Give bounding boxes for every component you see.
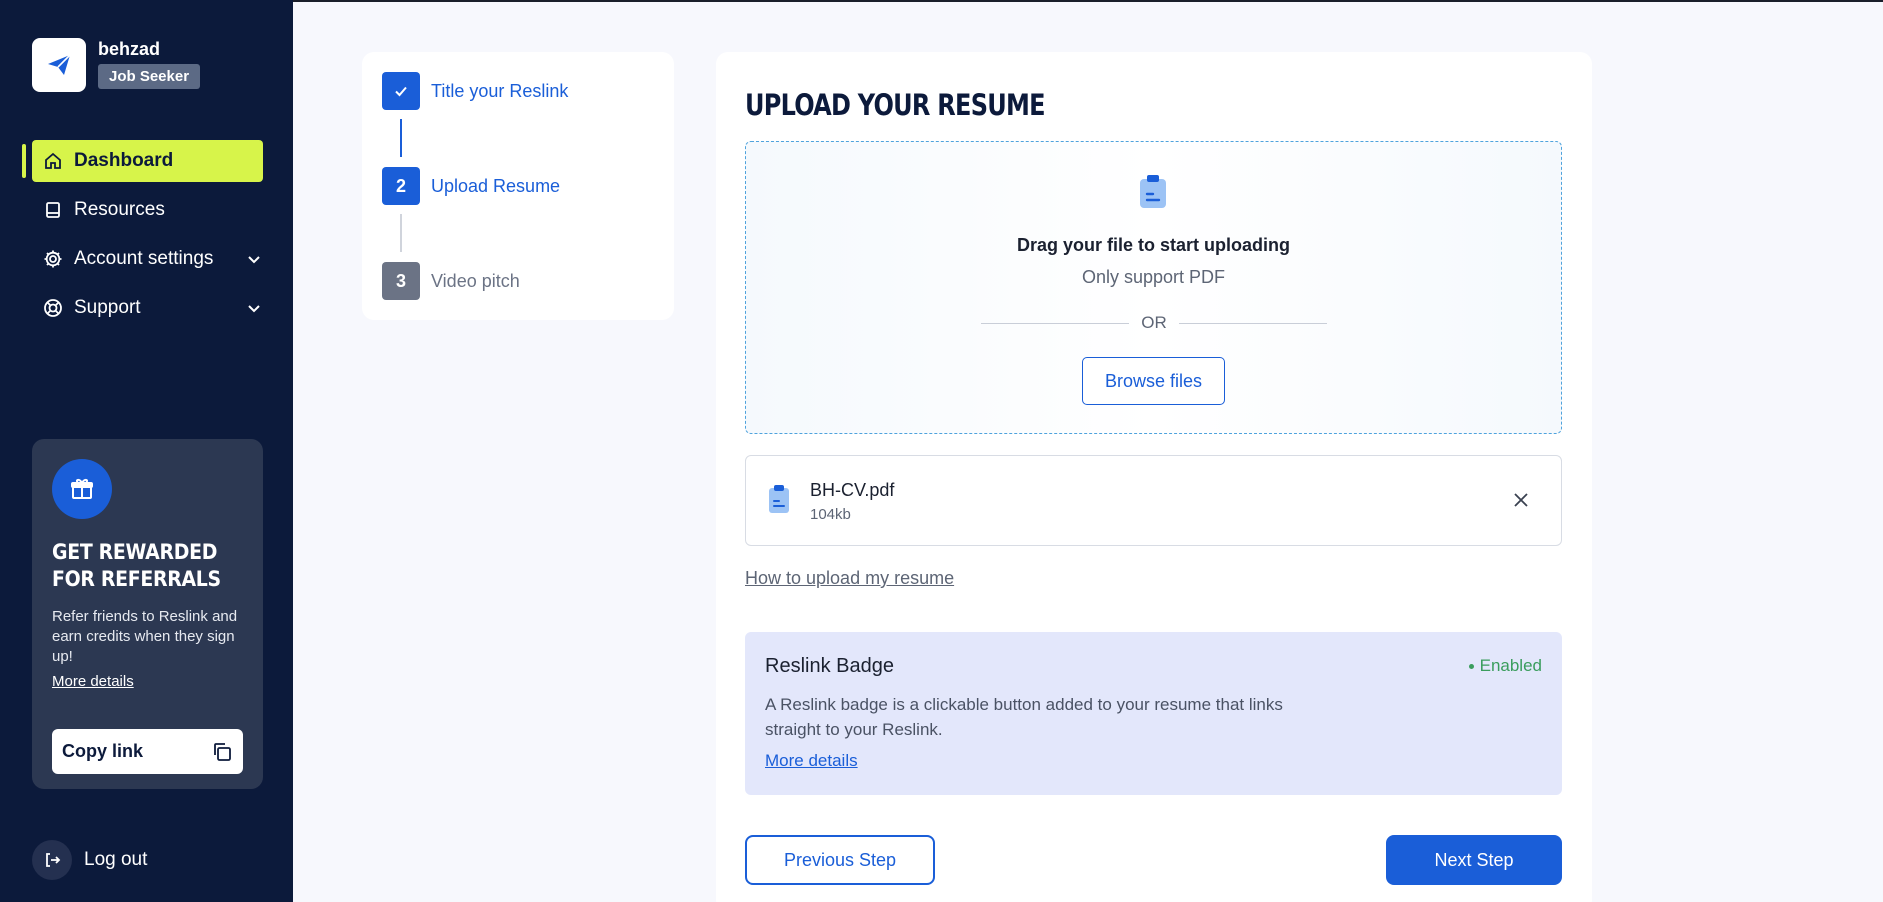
badge-title: Reslink Badge [765,655,894,677]
step-number: 2 [382,167,420,205]
logout-icon [32,840,72,880]
profile: behzad Job Seeker [32,38,201,92]
how-to-upload-link[interactable]: How to upload my resume [745,568,954,589]
referral-description: Refer friends to Reslink and earn credit… [52,608,238,665]
step-label: Video pitch [431,270,520,291]
or-text: OR [1141,313,1167,332]
copy-link-label: Copy link [62,741,144,761]
file-dropzone[interactable]: Drag your file to start uploading Only s… [745,141,1562,434]
check-icon [382,72,420,110]
dropzone-title: Drag your file to start uploading [1016,235,1290,255]
gear-icon [42,248,64,270]
paper-plane-icon [32,38,86,92]
sidebar-item-label: Support [74,297,141,318]
step-number: 3 [382,262,420,300]
step-upload-resume[interactable]: 2 Upload Resume [382,167,560,205]
status-dot-icon [1468,663,1474,669]
dropzone-subtitle: Only support PDF [1081,267,1226,287]
document-icon [768,484,790,514]
referral-more-details-link[interactable]: More details [52,673,134,690]
username: behzad [98,39,161,59]
upload-card: UPLOAD YOUR RESUME Drag your file to sta… [716,52,1592,902]
status-badge: Enabled [1468,656,1542,676]
page-title: UPLOAD YOUR RESUME [745,88,1046,122]
close-icon[interactable] [1511,490,1531,510]
role-badge: Job Seeker [98,64,201,89]
sidebar: behzad Job Seeker Dashboard Resources Ac… [0,0,293,902]
or-divider: OR [981,312,1327,334]
lifebuoy-icon [42,297,64,319]
step-label: Upload Resume [431,175,561,196]
step-label: Title your Reslink [431,80,569,101]
sidebar-item-label: Account settings [74,248,214,269]
next-step-button[interactable]: Next Step [1386,835,1562,885]
sidebar-item-resources[interactable]: Resources [32,189,263,231]
uploaded-file: BH-CV.pdf 104kb [745,455,1562,546]
chevron-down-icon[interactable] [245,250,263,268]
browse-files-button[interactable]: Browse files [1082,357,1225,405]
logout-button[interactable]: Log out [32,840,147,880]
steps-card: Title your Reslink 2 Upload Resume 3 Vid… [362,52,674,320]
referral-title: GET REWARDED FOR REFERRALS [52,540,221,591]
badge-status-label: Enabled [1479,656,1542,675]
referral-card: GET REWARDED FOR REFERRALS Refer friends… [32,439,263,789]
step-connector [400,119,402,157]
file-name: BH-CV.pdf [810,480,895,500]
book-icon [42,199,64,221]
file-size: 104kb [810,506,851,523]
sidebar-item-label: Dashboard [74,150,174,171]
sidebar-item-support[interactable]: Support [32,287,263,329]
step-video-pitch[interactable]: 3 Video pitch [382,262,520,300]
home-icon [42,150,64,172]
reslink-badge-card: Reslink Badge Enabled A Reslink badge is… [745,632,1562,795]
copy-link-button[interactable]: Copy link [52,729,243,774]
step-title-your-reslink[interactable]: Title your Reslink [382,72,568,110]
sidebar-nav: Dashboard Resources Account settings Sup… [22,140,263,336]
sidebar-item-account-settings[interactable]: Account settings [32,238,263,280]
logout-label: Log out [84,849,148,870]
sidebar-item-dashboard[interactable]: Dashboard [22,140,263,182]
badge-more-details-link[interactable]: More details [765,751,858,771]
gift-icon [52,459,112,519]
sidebar-item-label: Resources [74,199,165,220]
step-connector [400,214,402,252]
document-icon [1138,174,1168,210]
previous-step-button[interactable]: Previous Step [745,835,935,885]
badge-description: A Reslink badge is a clickable button ad… [765,695,1283,739]
copy-icon [211,741,233,763]
chevron-down-icon[interactable] [245,299,263,317]
